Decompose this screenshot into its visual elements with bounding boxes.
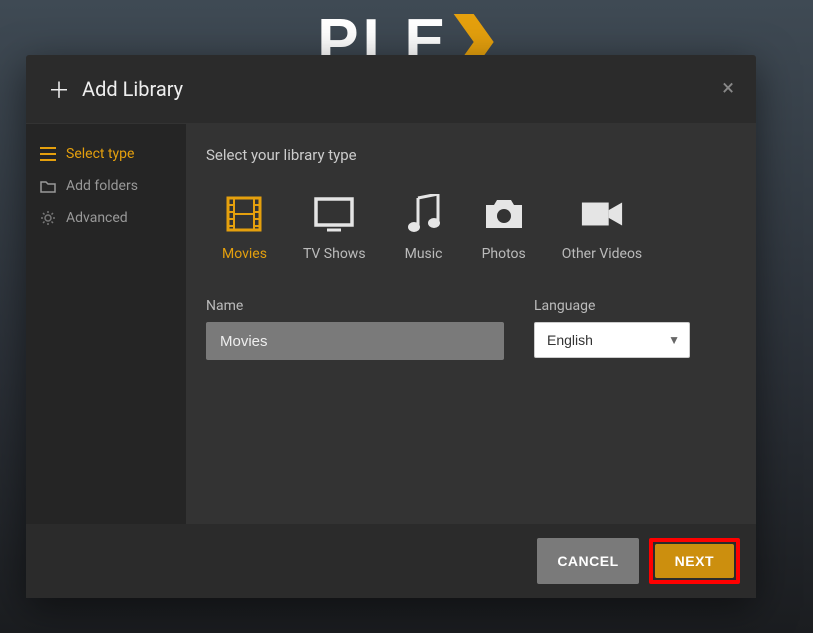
form-row: Name Language English ▼ [206, 298, 736, 360]
language-select[interactable]: English [534, 322, 690, 358]
type-music[interactable]: Music [402, 194, 446, 262]
type-label: Photos [482, 246, 526, 262]
modal-body: Select type Add folders Advanced Select … [26, 124, 756, 524]
sidebar-item-select-type[interactable]: Select type [26, 138, 186, 170]
sidebar-item-label: Select type [66, 146, 134, 162]
close-button[interactable]: × [722, 78, 734, 100]
folder-icon [40, 178, 56, 194]
gear-icon [40, 210, 56, 226]
type-tv-shows[interactable]: TV Shows [303, 194, 366, 262]
wizard-sidebar: Select type Add folders Advanced [26, 124, 186, 524]
next-button[interactable]: NEXT [655, 544, 734, 578]
camera-icon [482, 194, 526, 234]
modal-footer: CANCEL NEXT [26, 524, 756, 598]
list-icon [40, 146, 56, 162]
music-icon [402, 194, 446, 234]
type-label: TV Shows [303, 246, 366, 262]
name-group: Name [206, 298, 504, 360]
modal-main: Select your library type [186, 124, 756, 524]
plus-icon: ＋ [48, 73, 70, 105]
type-photos[interactable]: Photos [482, 194, 526, 262]
modal-title: Add Library [82, 77, 183, 101]
type-other-videos[interactable]: Other Videos [562, 194, 642, 262]
sidebar-item-label: Advanced [66, 210, 128, 226]
library-type-row: Movies TV Shows [206, 194, 736, 262]
type-label: Music [405, 246, 443, 262]
next-highlight: NEXT [649, 538, 740, 584]
name-input[interactable] [206, 322, 504, 360]
sidebar-item-add-folders[interactable]: Add folders [26, 170, 186, 202]
sidebar-item-label: Add folders [66, 178, 138, 194]
cancel-button[interactable]: CANCEL [537, 538, 638, 584]
add-library-modal: ＋ Add Library × Select type Add folders [26, 55, 756, 598]
film-icon [222, 194, 266, 234]
video-icon [580, 194, 624, 234]
language-group: Language English ▼ [534, 298, 690, 360]
name-label: Name [206, 298, 504, 314]
sidebar-item-advanced[interactable]: Advanced [26, 202, 186, 234]
modal-header: ＋ Add Library × [26, 55, 756, 124]
type-label: Movies [222, 246, 267, 262]
tv-icon [312, 194, 356, 234]
type-movies[interactable]: Movies [222, 194, 267, 262]
language-label: Language [534, 298, 690, 314]
main-heading: Select your library type [206, 146, 736, 164]
type-label: Other Videos [562, 246, 642, 262]
